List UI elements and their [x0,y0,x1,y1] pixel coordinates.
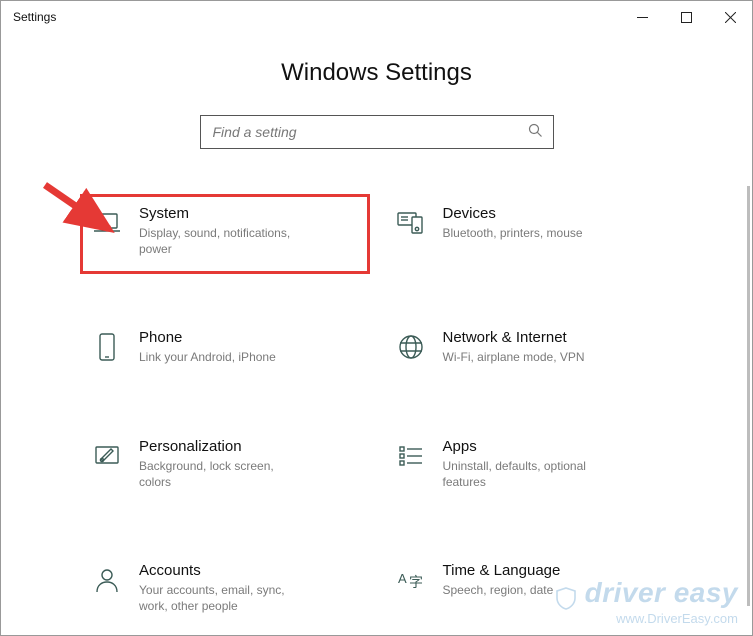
tile-apps[interactable]: Apps Uninstall, defaults, optional featu… [387,430,671,504]
phone-icon [89,329,125,365]
tile-desc: Background, lock screen, colors [139,458,309,490]
tile-desc: Uninstall, defaults, optional features [443,458,613,490]
window-controls [620,1,752,33]
tile-title: Network & Internet [443,329,585,346]
tile-title: Time & Language [443,562,561,579]
tile-network[interactable]: Network & Internet Wi-Fi, airplane mode,… [387,321,671,379]
tile-title: Accounts [139,562,309,579]
settings-window: Settings Windows Settings [0,0,753,636]
person-icon [89,562,125,598]
minimize-icon [637,12,648,23]
tile-desc: Your accounts, email, sync, work, other … [139,582,309,614]
language-icon: A字 [393,562,429,598]
tile-time-language[interactable]: A字 Time & Language Speech, region, date [387,554,671,628]
tile-phone[interactable]: Phone Link your Android, iPhone [83,321,367,379]
apps-list-icon [393,438,429,474]
tile-desc: Display, sound, notifications, power [139,225,309,257]
laptop-icon [89,205,125,241]
tile-title: Phone [139,329,276,346]
tile-title: Apps [443,438,613,455]
tile-system[interactable]: System Display, sound, notifications, po… [80,194,370,274]
tile-title: Personalization [139,438,309,455]
tile-desc: Bluetooth, printers, mouse [443,225,583,241]
close-icon [725,12,736,23]
tile-desc: Speech, region, date [443,582,561,598]
tile-desc: Wi-Fi, airplane mode, VPN [443,349,585,365]
tile-desc: Link your Android, iPhone [139,349,276,365]
settings-grid: System Display, sound, notifications, po… [1,149,752,628]
tile-title: System [139,205,309,222]
svg-text:A: A [398,571,407,586]
tile-title: Devices [443,205,583,222]
svg-text:字: 字 [409,574,423,590]
paintbrush-icon [89,438,125,474]
globe-icon [393,329,429,365]
tile-devices[interactable]: Devices Bluetooth, printers, mouse [387,197,671,271]
tile-personalization[interactable]: Personalization Background, lock screen,… [83,430,367,504]
window-title: Settings [13,10,56,24]
devices-icon [393,205,429,241]
page-title: Windows Settings [1,59,752,87]
maximize-icon [681,12,692,23]
maximize-button[interactable] [664,1,708,33]
search-container [1,115,752,149]
search-input[interactable] [211,123,528,141]
close-button[interactable] [708,1,752,33]
titlebar: Settings [1,1,752,33]
search-box[interactable] [200,115,554,149]
tile-accounts[interactable]: Accounts Your accounts, email, sync, wor… [83,554,367,628]
scrollbar[interactable] [747,186,750,606]
minimize-button[interactable] [620,1,664,33]
search-icon [528,123,543,141]
